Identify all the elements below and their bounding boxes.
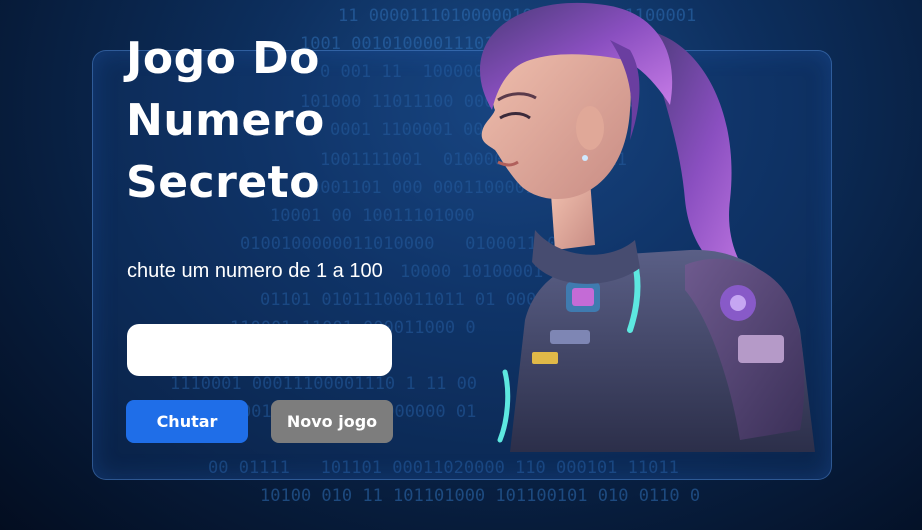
binary-row: 10100 010 11 101101000 101100101 010 011… <box>260 486 701 506</box>
page-title: Jogo Do Numero Secreto <box>126 33 325 208</box>
guess-input[interactable] <box>127 324 392 376</box>
instruction-text: chute um numero de 1 a 100 <box>127 260 383 282</box>
new-game-button[interactable]: Novo jogo <box>271 400 393 443</box>
guess-button[interactable]: Chutar <box>126 400 248 443</box>
astronaut-girl-illustration <box>480 2 815 452</box>
